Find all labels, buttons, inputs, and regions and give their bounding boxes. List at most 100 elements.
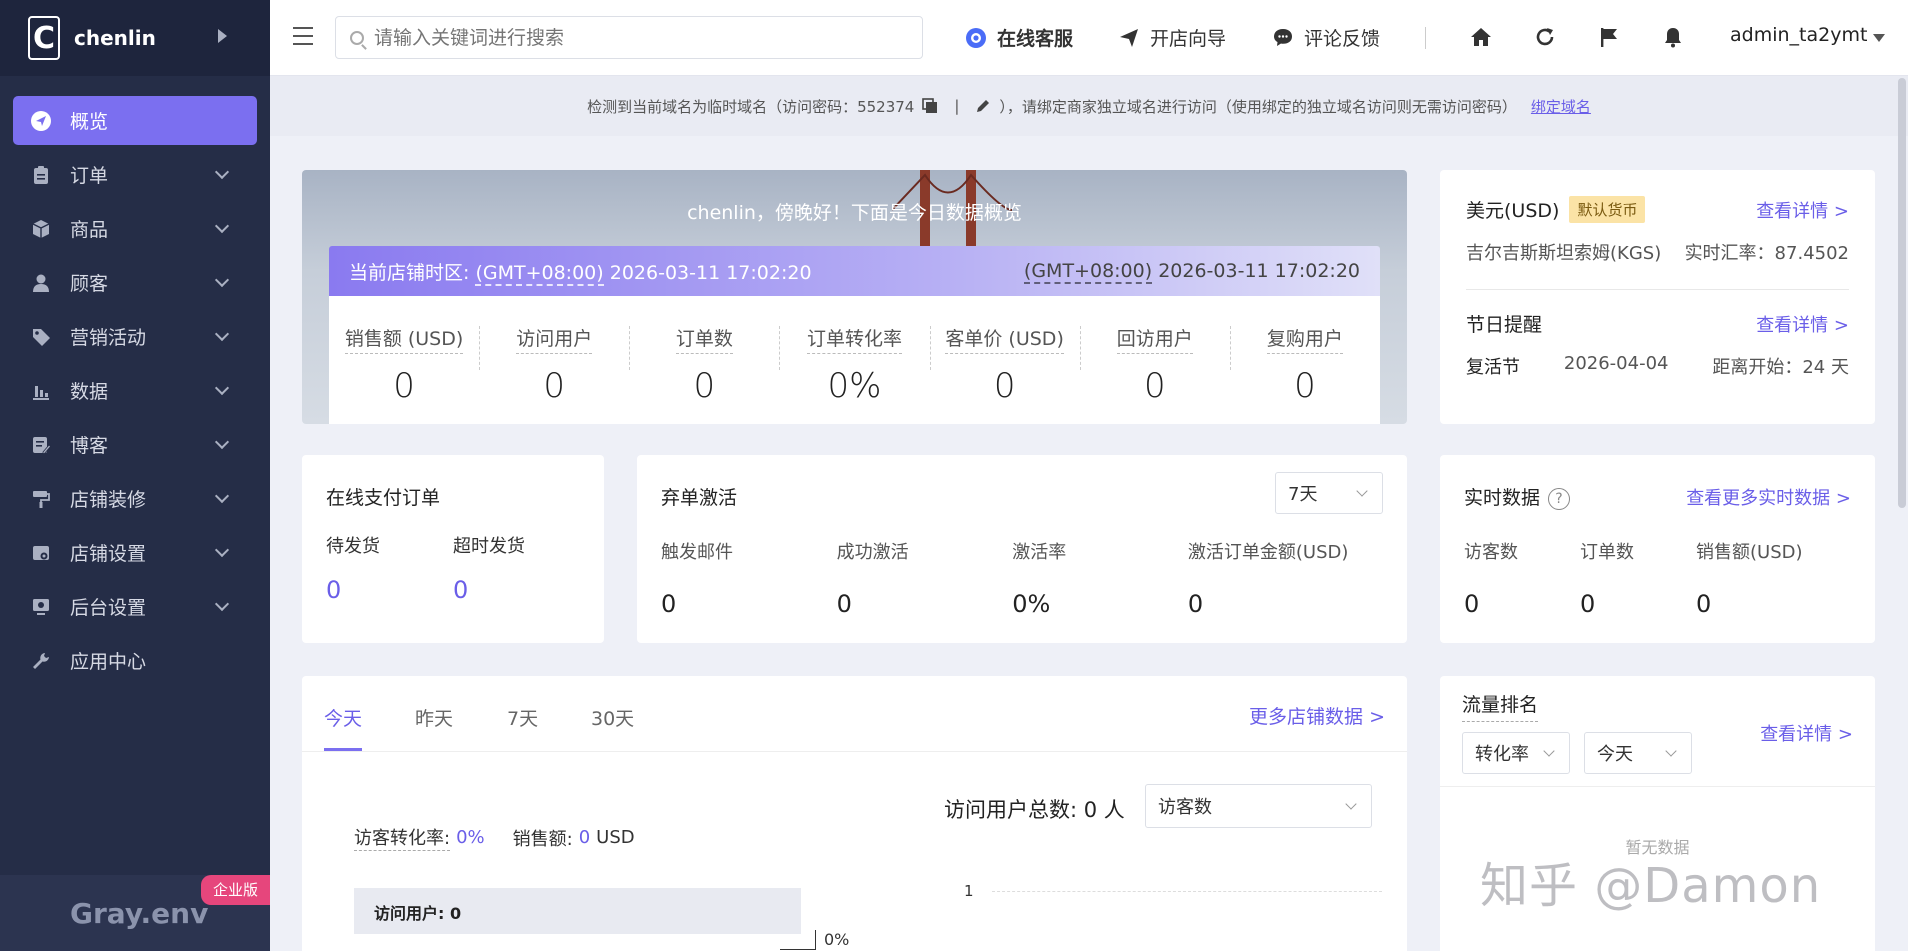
paint-roller-icon [30, 488, 52, 510]
sidebar-footer: 企业版 Gray.env [0, 875, 270, 951]
metric-emails: 触发邮件 0 [661, 542, 733, 618]
domain-notice: 检测到当前域名为临时域名（访问密码：552374 | ），请绑定商家独立域名进行… [270, 76, 1908, 136]
stat-avg-order: 客单价 (USD) 0 [929, 296, 1080, 424]
local-tz-value: (GMT+08:00) [1023, 260, 1153, 284]
sidebar: C chenlin 概览 订单 商品 顾客 营销活动 数据 博客 店铺装修 店铺… [0, 0, 270, 951]
range-select[interactable]: 7天 [1275, 472, 1383, 514]
tab-today[interactable]: 今天 [324, 704, 362, 731]
user-menu[interactable]: admin_ta2ymt [1730, 24, 1867, 46]
tab-underline [324, 748, 362, 751]
total-visitors: 访问用户总数: 0 人 [944, 798, 1125, 822]
help-icon[interactable]: ? [1548, 488, 1571, 510]
brand[interactable]: C chenlin [0, 0, 270, 76]
admin-settings-icon [30, 596, 52, 618]
card-title: 实时数据 [1464, 487, 1541, 509]
sidebar-item-data[interactable]: 数据 [13, 366, 257, 415]
rt-orders: 订单数 0 [1580, 542, 1634, 618]
card-title: 在线支付订单 [326, 487, 441, 509]
comment-icon [1272, 27, 1294, 49]
overdue-shipment-label: 超时发货 [453, 536, 525, 557]
sidebar-item-overview[interactable]: 概览 [13, 96, 257, 145]
sidebar-item-orders[interactable]: 订单 [13, 150, 257, 199]
sidebar-item-blog[interactable]: 博客 [13, 420, 257, 469]
sidebar-item-label: 店铺设置 [70, 543, 147, 565]
realtime-more-link[interactable]: 查看更多实时数据 > [1686, 484, 1851, 510]
local-tz-time: 2026-03-11 17:02:20 [1158, 260, 1360, 282]
user-icon [30, 272, 52, 294]
copy-icon[interactable] [922, 98, 938, 114]
currency-title: 美元(USD) [1466, 200, 1560, 222]
chevron-down-icon [1345, 798, 1357, 810]
bind-domain-link[interactable]: 绑定域名 [1531, 96, 1591, 117]
chevron-down-icon [1543, 745, 1555, 757]
bell-icon[interactable] [1660, 24, 1686, 50]
chevron-down-icon [214, 272, 230, 288]
divider [1466, 289, 1849, 290]
currency-detail-link[interactable]: 查看详情 > [1756, 197, 1849, 223]
conversion-summary: 访客转化率: 0% 销售额: 0 USD [354, 824, 635, 851]
metric-select[interactable]: 访客数 [1145, 784, 1372, 828]
holiday-countdown: 距离开始：24 天 [1712, 357, 1849, 378]
tab-30days[interactable]: 30天 [591, 704, 634, 731]
sidebar-item-label: 应用中心 [70, 651, 147, 673]
feedback-link[interactable]: 评论反馈 [1272, 24, 1380, 51]
abandoned-checkout-card: 弃单激活 7天 触发邮件 0 成功激活 0 激活率 0% 激活订单金额(USD) 0 [637, 455, 1407, 643]
realtime-card: 实时数据? 查看更多实时数据 > 访客数 0 订单数 0 销售额(USD) 0 [1440, 455, 1875, 643]
edit-icon[interactable] [975, 98, 991, 114]
home-icon[interactable] [1468, 24, 1494, 50]
chevron-down-icon [214, 164, 230, 180]
chevron-down-icon [214, 434, 230, 450]
wrench-icon [30, 650, 52, 672]
currency-card: 美元(USD) 默认货币 查看详情 > 吉尔吉斯斯坦索姆(KGS) 实时汇率：8… [1440, 170, 1875, 424]
tab-yesterday[interactable]: 昨天 [415, 704, 453, 731]
page-scrollbar[interactable] [1898, 78, 1906, 508]
notice-text-after: ），请绑定商家独立域名进行访问（使用绑定的独立域名访问则无需访问密码） [999, 97, 1517, 116]
sidebar-item-label: 博客 [70, 435, 109, 457]
holiday-title: 节日提醒 [1466, 314, 1543, 336]
refresh-icon[interactable] [1532, 24, 1558, 50]
funnel-percent: 0% [824, 930, 850, 949]
holiday-detail-link[interactable]: 查看详情 > [1756, 311, 1849, 337]
sidebar-item-store-settings[interactable]: 店铺设置 [13, 528, 257, 577]
date-tabs: 今天 昨天 7天 30天 更多店铺数据 > [302, 676, 1407, 752]
sidebar-item-store-design[interactable]: 店铺装修 [13, 474, 257, 523]
brand-caret-icon[interactable] [218, 29, 227, 43]
overdue-shipment-value[interactable]: 0 [453, 576, 580, 604]
sidebar-item-admin-settings[interactable]: 后台设置 [13, 582, 257, 631]
rank-metric-select[interactable]: 转化率 [1462, 732, 1570, 774]
stat-orders: 订单数 0 [629, 296, 779, 424]
sidebar-item-label: 后台设置 [70, 597, 147, 619]
rt-sales: 销售额(USD) 0 [1696, 542, 1803, 618]
sidebar-item-marketing[interactable]: 营销活动 [13, 312, 257, 361]
sidebar-item-app-center[interactable]: 应用中心 [13, 636, 257, 685]
more-store-data-link[interactable]: 更多店铺数据 > [1249, 702, 1385, 729]
online-service-link[interactable]: 在线客服 [965, 24, 1073, 51]
rank-date-select[interactable]: 今天 [1584, 732, 1692, 774]
search-input[interactable] [374, 26, 894, 49]
default-currency-badge: 默认货币 [1569, 196, 1646, 223]
holiday-name: 复活节 [1466, 357, 1520, 378]
chevron-down-icon [1356, 485, 1368, 497]
local-timezone: (GMT+08:00) 2026-03-11 17:02:20 [1023, 260, 1360, 284]
chevron-down-icon [214, 218, 230, 234]
store-timezone: 当前店铺时区: (GMT+08:00) 2026-03-11 17:02:20 [349, 261, 812, 286]
headset-icon [965, 27, 987, 49]
sidebar-item-products[interactable]: 商品 [13, 204, 257, 253]
tab-7days[interactable]: 7天 [507, 704, 538, 731]
caret-down-icon[interactable] [1873, 34, 1885, 42]
setup-guide-link[interactable]: 开店向导 [1118, 24, 1226, 51]
sidebar-item-customers[interactable]: 顾客 [13, 258, 257, 307]
edit-doc-icon [30, 434, 52, 456]
store-tz-time: 2026-03-11 17:02:20 [609, 261, 812, 284]
search-box[interactable] [335, 16, 923, 59]
rank-detail-link[interactable]: 查看详情 > [1760, 720, 1853, 746]
menu-toggle-icon[interactable] [293, 27, 313, 51]
store-tz-value: (GMT+08:00) [475, 261, 604, 286]
holiday-date: 2026-04-04 [1563, 353, 1669, 374]
pending-shipment-value[interactable]: 0 [326, 576, 453, 604]
flag-icon[interactable] [1596, 24, 1622, 50]
brand-logo: C [28, 16, 60, 60]
sidebar-item-label: 数据 [70, 381, 109, 403]
stat-conversion: 订单转化率 0% [779, 296, 929, 424]
watermark: 知乎 @Damon [1480, 858, 1822, 914]
